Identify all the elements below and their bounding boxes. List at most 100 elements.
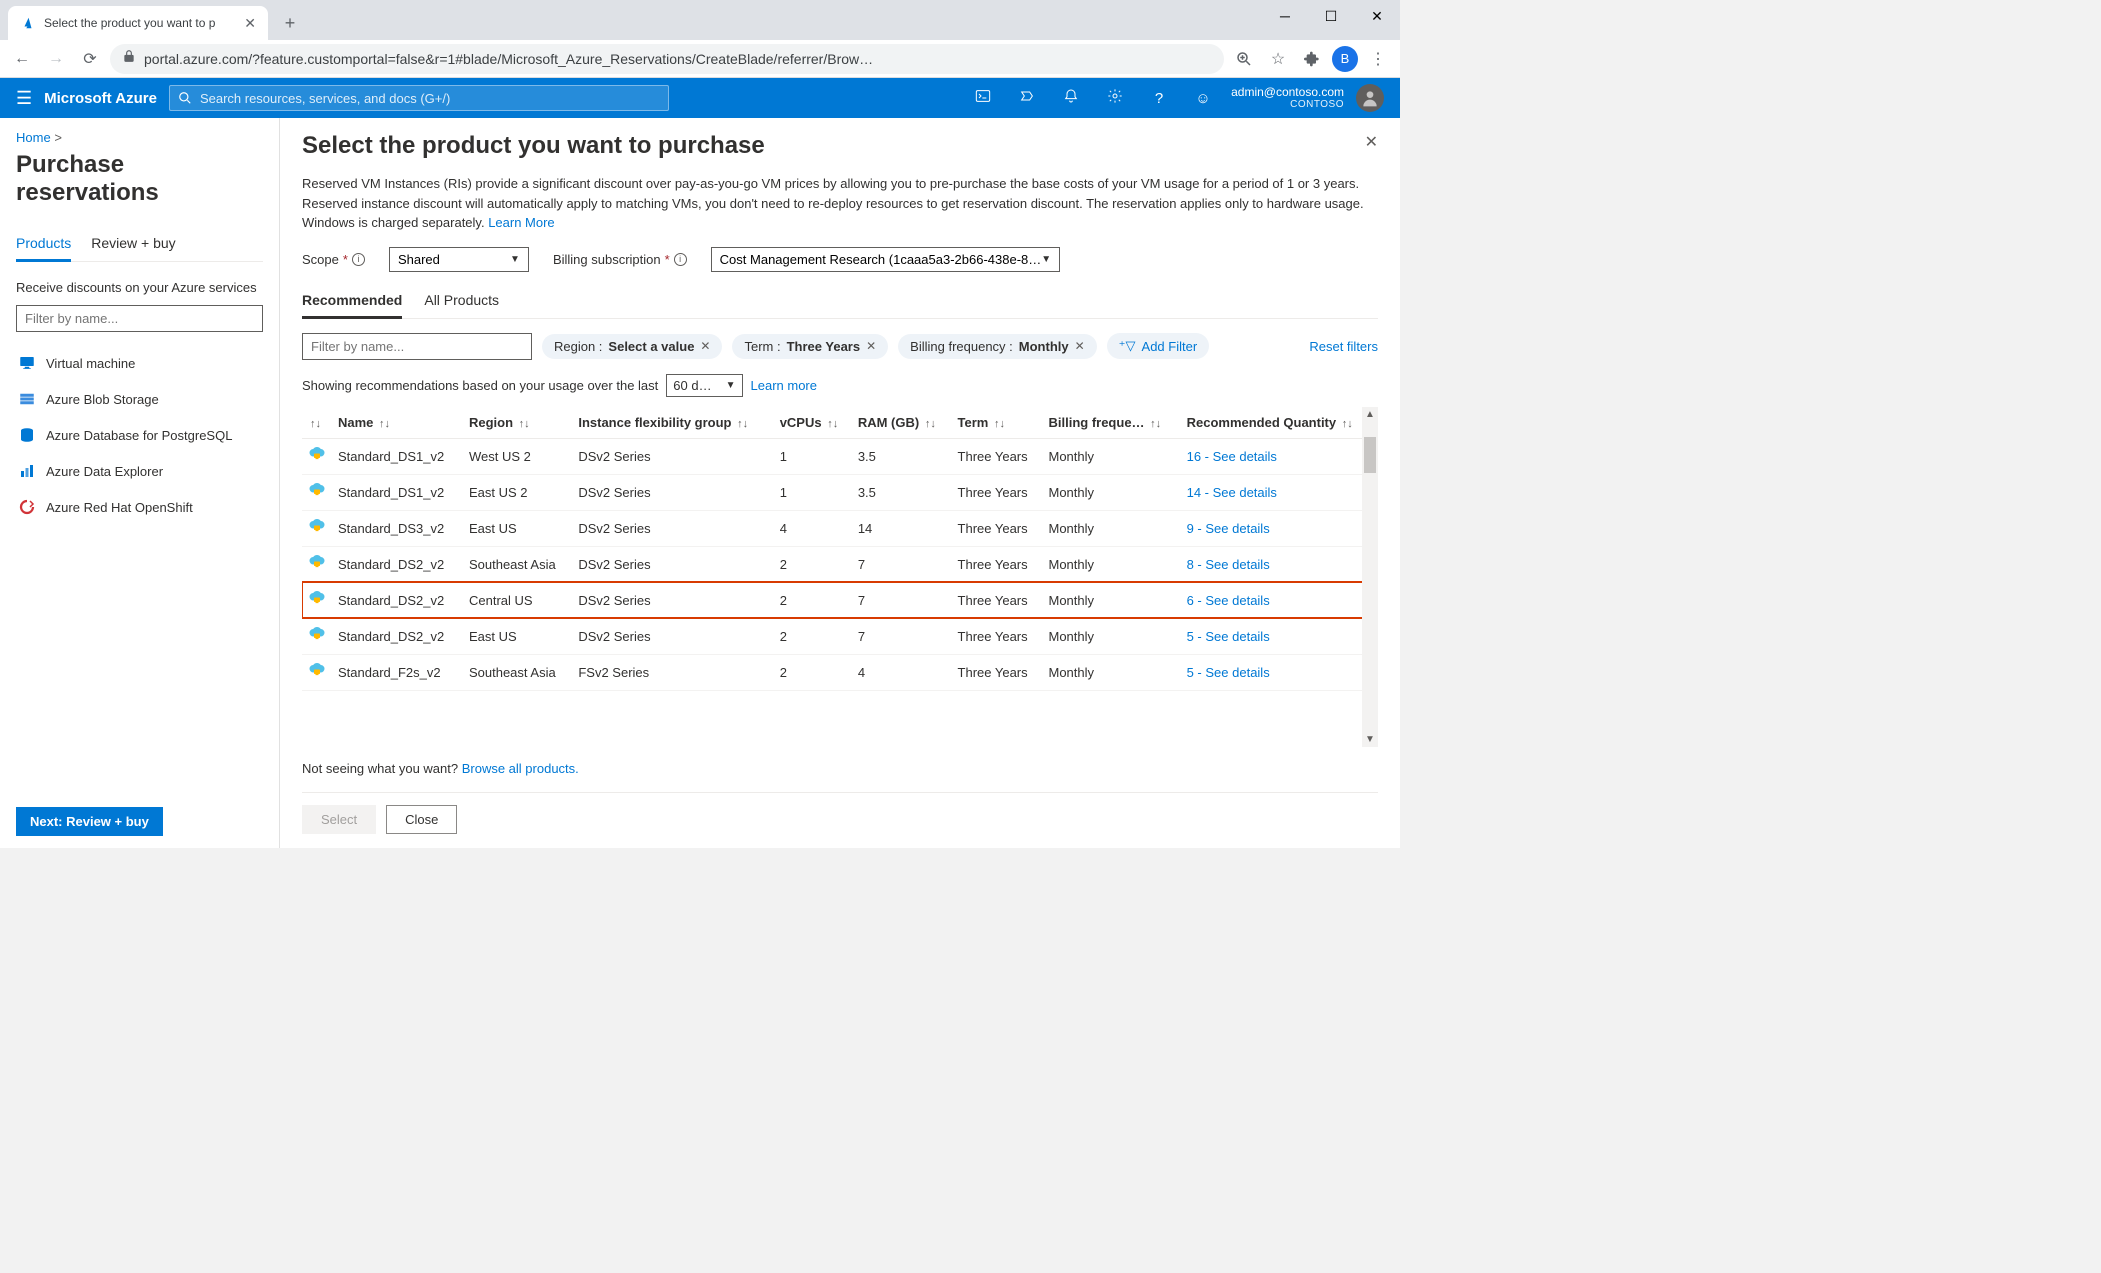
rec-learn-more-link[interactable]: Learn more [751,378,817,393]
pill-value: Monthly [1019,339,1069,354]
browser-menu-icon[interactable]: ⋮ [1364,45,1392,73]
azure-search[interactable] [169,85,669,111]
blade-footer: Select Close [302,792,1378,834]
cell-flex: DSv2 Series [572,618,773,654]
col-region[interactable]: Region ↑↓ [463,407,572,439]
table-row[interactable]: Standard_DS2_v2Southeast AsiaDSv2 Series… [302,546,1378,582]
feedback-icon[interactable]: ☺ [1187,90,1219,107]
service-virtual-machine[interactable]: Virtual machine [16,348,263,378]
next-review-buy-button[interactable]: Next: Review + buy [16,807,163,836]
cell-qty-link[interactable]: 16 - See details [1181,438,1378,474]
pill-remove-icon[interactable]: ✕ [1075,339,1085,353]
forward-button[interactable]: → [42,45,70,73]
table-row[interactable]: Standard_DS2_v2East USDSv2 Series27Three… [302,618,1378,654]
user-account[interactable]: admin@contoso.com CONTOSO [1231,85,1344,111]
browser-tab[interactable]: Select the product you want to p ✕ [8,6,268,40]
filter-pill-region[interactable]: Region : Select a value ✕ [542,334,722,359]
browse-all-link[interactable]: Browse all products. [462,761,579,776]
scroll-up-arrow-icon[interactable]: ▲ [1362,407,1378,423]
col-flex-group[interactable]: Instance flexibility group ↑↓ [572,407,773,439]
cell-freq: Monthly [1042,618,1180,654]
reset-filters-link[interactable]: Reset filters [1309,339,1378,354]
scrollbar-track[interactable]: ▲ ▼ [1362,407,1378,748]
col-vcpus[interactable]: vCPUs ↑↓ [774,407,852,439]
select-button[interactable]: Select [302,805,376,834]
sort-icon: ↑↓ [1342,418,1353,430]
pill-remove-icon[interactable]: ✕ [866,339,876,353]
table-row[interactable]: Standard_DS1_v2East US 2DSv2 Series13.5T… [302,474,1378,510]
info-icon[interactable]: i [352,253,365,266]
azure-brand[interactable]: Microsoft Azure [44,90,157,107]
cloud-shell-icon[interactable] [967,88,999,108]
pill-remove-icon[interactable]: ✕ [700,339,710,353]
billing-subscription-select[interactable]: Cost Management Research (1caaa5a3-2b66-… [711,247,1061,272]
window-maximize[interactable]: ☐ [1308,0,1354,32]
cell-vcpus: 1 [774,474,852,510]
reload-button[interactable]: ⟳ [76,45,104,73]
cell-qty-link[interactable]: 8 - See details [1181,546,1378,582]
learn-more-link[interactable]: Learn More [488,215,554,230]
avatar[interactable] [1356,84,1384,112]
directories-icon[interactable] [1011,88,1043,108]
window-minimize[interactable]: ─ [1262,0,1308,32]
table-row[interactable]: Standard_F2s_v2Southeast AsiaFSv2 Series… [302,654,1378,690]
address-bar[interactable]: portal.azure.com/?feature.customportal=f… [110,44,1224,74]
cell-qty-link[interactable]: 9 - See details [1181,510,1378,546]
service-openshift[interactable]: Azure Red Hat OpenShift [16,492,263,522]
filter-pill-term[interactable]: Term : Three Years ✕ [732,334,888,359]
breadcrumb[interactable]: Home > [16,130,263,145]
add-filter-button[interactable]: ⁺▽ Add Filter [1107,333,1210,359]
tab-recommended[interactable]: Recommended [302,292,402,319]
scope-label: Scope * i [302,252,365,267]
cell-vcpus: 2 [774,582,852,618]
filter-pill-frequency[interactable]: Billing frequency : Monthly ✕ [898,334,1097,359]
col-billing-freq[interactable]: Billing freque… ↑↓ [1042,407,1180,439]
cell-term: Three Years [952,546,1043,582]
tab-products[interactable]: Products [16,235,71,262]
table-row[interactable]: Standard_DS3_v2East USDSv2 Series414Thre… [302,510,1378,546]
service-blob-storage[interactable]: Azure Blob Storage [16,384,263,414]
col-term[interactable]: Term ↑↓ [952,407,1043,439]
new-tab-button[interactable]: + [276,9,304,37]
breadcrumb-home[interactable]: Home [16,130,51,145]
info-icon[interactable]: i [674,253,687,266]
cell-qty-link[interactable]: 6 - See details [1181,582,1378,618]
pill-value: Select a value [608,339,694,354]
tab-all-products[interactable]: All Products [424,292,499,318]
table-row[interactable]: Standard_DS1_v2West US 2DSv2 Series13.5T… [302,438,1378,474]
zoom-icon[interactable] [1230,45,1258,73]
window-close[interactable]: ✕ [1354,0,1400,32]
cell-name: Standard_DS1_v2 [332,474,463,510]
tab-close-icon[interactable]: ✕ [244,15,256,32]
blade-close-icon[interactable]: ✕ [1365,132,1378,152]
left-filter-input[interactable] [16,305,263,332]
col-ram[interactable]: RAM (GB) ↑↓ [852,407,952,439]
extensions-icon[interactable] [1298,45,1326,73]
cell-vcpus: 2 [774,546,852,582]
product-filter-input[interactable] [302,333,532,360]
azure-search-input[interactable] [200,91,660,106]
service-data-explorer[interactable]: Azure Data Explorer [16,456,263,486]
usage-period-select[interactable]: 60 d… ▼ [666,374,742,397]
scrollbar-thumb[interactable] [1364,437,1376,473]
search-icon [178,91,192,105]
cell-qty-link[interactable]: 5 - See details [1181,654,1378,690]
scroll-down-arrow-icon[interactable]: ▼ [1362,731,1378,747]
notifications-icon[interactable] [1055,88,1087,108]
settings-gear-icon[interactable] [1099,88,1131,108]
close-button[interactable]: Close [386,805,457,834]
cell-qty-link[interactable]: 5 - See details [1181,618,1378,654]
scope-select[interactable]: Shared ▼ [389,247,529,272]
back-button[interactable]: ← [8,45,36,73]
col-recommended-qty[interactable]: Recommended Quantity ↑↓ [1181,407,1378,439]
table-row[interactable]: Standard_DS2_v2Central USDSv2 Series27Th… [302,582,1378,618]
cell-qty-link[interactable]: 14 - See details [1181,474,1378,510]
sort-icon[interactable]: ↑↓ [310,418,321,430]
service-postgresql[interactable]: Azure Database for PostgreSQL [16,420,263,450]
bookmark-star-icon[interactable]: ☆ [1264,45,1292,73]
profile-badge[interactable]: B [1332,46,1358,72]
help-icon[interactable]: ? [1143,90,1175,107]
hamburger-menu-icon[interactable]: ☰ [16,88,32,109]
tab-review-buy[interactable]: Review + buy [91,235,175,261]
col-name[interactable]: Name ↑↓ [332,407,463,439]
